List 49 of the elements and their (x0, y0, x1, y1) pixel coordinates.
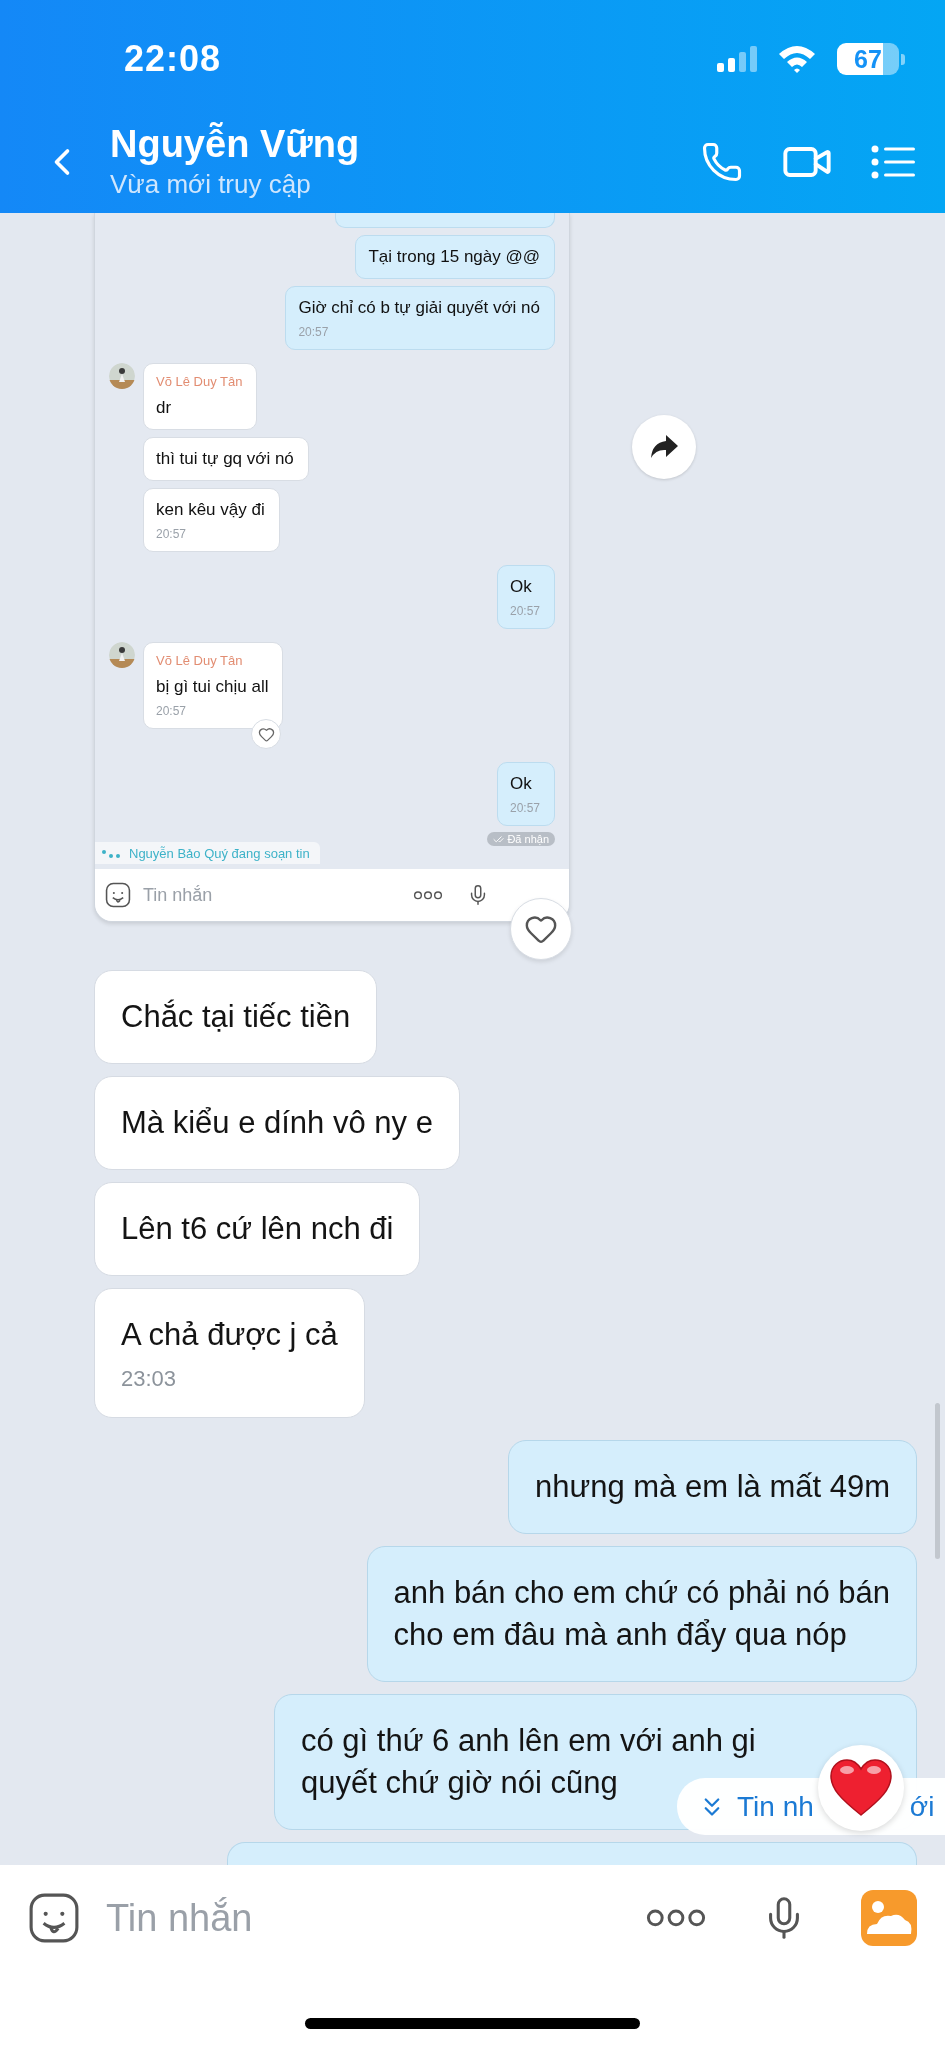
emoji-icon[interactable] (28, 1892, 80, 1944)
message-text: thì tui tự gq với nó (156, 448, 294, 470)
signal-icon (717, 46, 757, 72)
phone-call-button[interactable] (701, 140, 743, 183)
message-text: Lên t6 cứ lên nch đi (121, 1210, 394, 1248)
message-text: Ok (509, 773, 533, 795)
message-text: Tại trong 15 ngày @@ (368, 246, 540, 268)
message-text: Mà kiểu e dính vô ny e (121, 1104, 433, 1142)
contact-name: Nguyễn Vững (110, 123, 360, 167)
message-text: Ok (509, 576, 533, 598)
avatar (109, 642, 135, 668)
message-time: 20:57 (509, 801, 540, 815)
message-time: 20:57 (156, 527, 188, 541)
react-button[interactable] (251, 719, 282, 749)
clock: 22:08 (124, 38, 222, 80)
message-input[interactable]: Tin nhắn (104, 1895, 621, 1941)
message-text: anh bán cho em chứ có phải nó bán cho em đâu mà anh đẩy qua nóp (393, 1574, 890, 1654)
scroll-bar[interactable] (935, 1403, 940, 1559)
message-time: 20:57 (298, 325, 330, 339)
avatar (109, 363, 135, 389)
message-text: nhưng mà em là mất 49m (534, 1468, 890, 1506)
message-text: dr (156, 397, 173, 419)
message-text: A chả được j cả (121, 1316, 338, 1354)
message-text: Chắc tại tiếc tiền (121, 998, 351, 1036)
message-time: 23:03 (121, 1366, 178, 1392)
menu-button[interactable] (871, 144, 915, 179)
sender-name: Võ Lê Duy Tân (156, 653, 244, 668)
more-icon[interactable] (413, 889, 443, 901)
share-button[interactable] (632, 415, 696, 479)
contact-status: Vừa mới truy cập (110, 168, 312, 200)
share-arrow-icon (649, 434, 679, 460)
phone-icon (701, 140, 743, 183)
message-text: Giờ chỉ có b tự giải quyết với nó (298, 297, 540, 319)
message-time: 20:57 (509, 604, 540, 618)
message-text: ken kêu vậy đi (156, 499, 265, 521)
message-time: 20:57 (156, 704, 188, 718)
heart-icon (257, 725, 275, 743)
message-text: bị gì tui chịu all (156, 676, 269, 698)
emoji-icon[interactable] (105, 882, 131, 908)
sender-name: Võ Lê Duy Tân (156, 374, 243, 389)
battery-indicator: 67 (837, 43, 905, 75)
more-icon[interactable] (645, 1907, 707, 1929)
menu-icon (871, 144, 915, 179)
typing-indicator: Nguyễn Bảo Quý đang soạn tin (95, 842, 320, 864)
react-button[interactable] (510, 898, 572, 960)
heart-icon (829, 1759, 893, 1817)
double-check-icon (493, 833, 505, 845)
received-status: Đã nhận (487, 832, 555, 846)
wifi-icon (777, 44, 817, 74)
